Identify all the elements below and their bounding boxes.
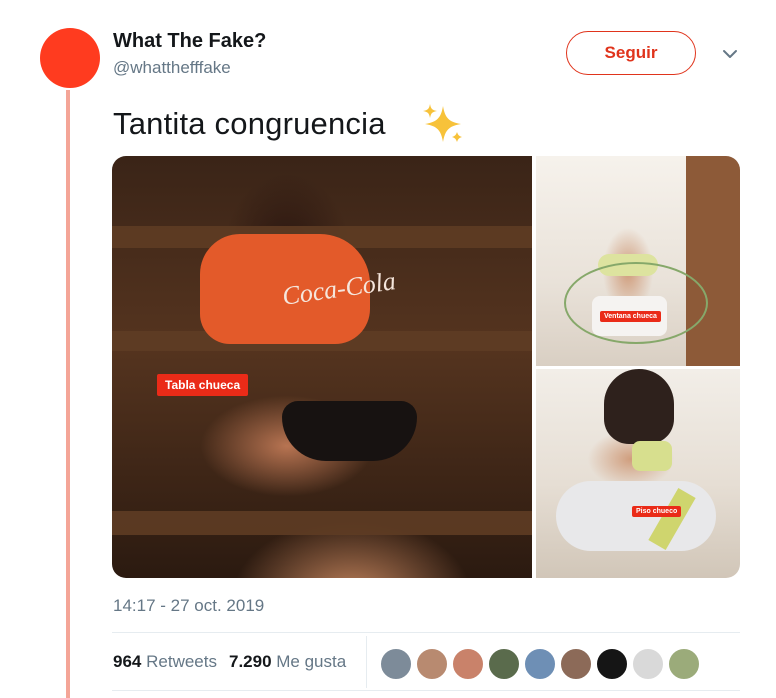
follow-button[interactable]: Seguir: [566, 31, 696, 75]
tweet-stats: 964 Retweets 7.290 Me gusta: [113, 652, 346, 672]
thread-line: [66, 90, 70, 698]
media-grid: Coca-Cola Tabla chueca Ventana chueca Pi…: [112, 156, 740, 578]
photo-top-right[interactable]: Ventana chueca: [536, 156, 740, 366]
retweets-count: 964: [113, 652, 142, 671]
photo-label: Piso chueco: [632, 506, 682, 517]
photo-label: Ventana chueca: [600, 311, 661, 322]
wood-plank: [112, 511, 532, 535]
author-avatar[interactable]: [40, 28, 100, 88]
liker-avatar[interactable]: [452, 648, 484, 680]
chevron-down-icon[interactable]: [720, 44, 740, 64]
liker-avatar[interactable]: [524, 648, 556, 680]
top-shape: [632, 441, 672, 471]
likes-count: 7.290: [228, 652, 272, 671]
likes-stat[interactable]: 7.290 Me gusta: [229, 652, 346, 672]
photo-label: Tabla chueca: [157, 374, 249, 396]
divider: [112, 690, 740, 691]
likes-label: Me gusta: [276, 652, 347, 671]
divider: [112, 632, 740, 633]
stats-separator: [366, 636, 367, 688]
tweet-timestamp[interactable]: 14:17 - 27 oct. 2019: [113, 596, 264, 616]
liker-avatar[interactable]: [560, 648, 592, 680]
retweets-stat[interactable]: 964 Retweets: [113, 652, 217, 672]
liker-avatar[interactable]: [488, 648, 520, 680]
likers-avatars: [380, 648, 700, 680]
photo-bottom-right[interactable]: Piso chueco: [536, 369, 740, 578]
door-shape: [686, 156, 740, 366]
retweets-label: Retweets: [146, 652, 217, 671]
liker-avatar[interactable]: [668, 648, 700, 680]
photo-main[interactable]: Coca-Cola Tabla chueca: [112, 156, 532, 578]
tweet-text: Tantita congruencia: [113, 106, 386, 141]
author-handle[interactable]: @whatthefffake: [113, 58, 231, 78]
liker-avatar[interactable]: [596, 648, 628, 680]
hair-shape: [604, 369, 674, 444]
highlight-circle: [564, 262, 708, 344]
liker-avatar[interactable]: [632, 648, 664, 680]
author-name[interactable]: What The Fake?: [113, 30, 266, 53]
bikini-shape: [282, 401, 417, 461]
liker-avatar[interactable]: [416, 648, 448, 680]
liker-avatar[interactable]: [380, 648, 412, 680]
sparkles-icon: [423, 104, 462, 142]
